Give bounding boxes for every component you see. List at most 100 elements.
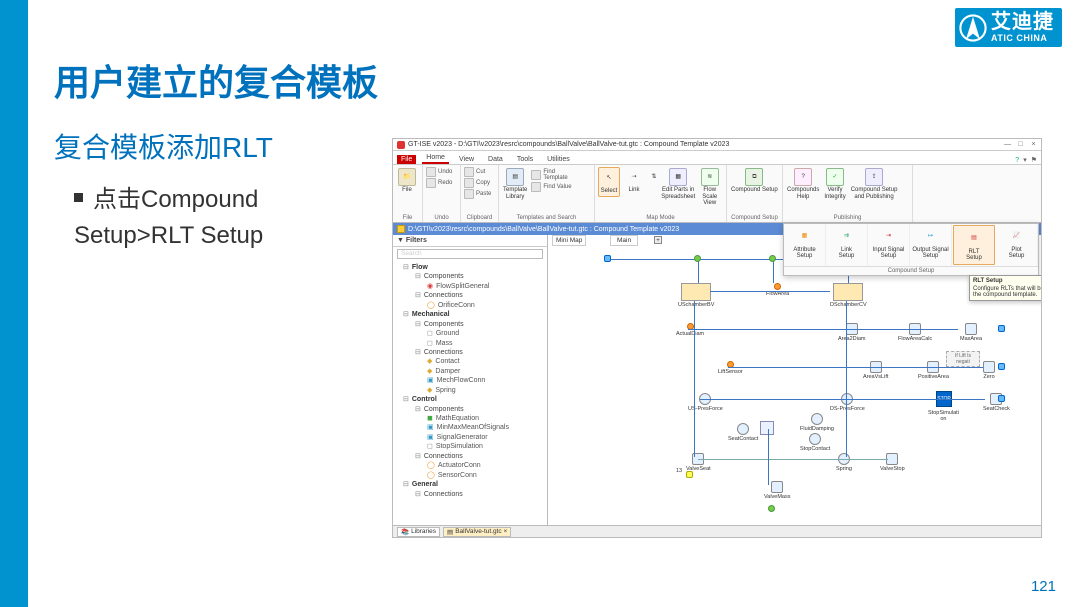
compound-setup-button[interactable]: ⧉ Compound Setup [730, 167, 779, 195]
block-area2diam[interactable]: Area2Diam [838, 323, 866, 342]
tab-utilities[interactable]: Utilities [543, 155, 574, 164]
label-right-port2 [998, 363, 1005, 372]
tab-view[interactable]: View [455, 155, 478, 164]
link-setup-button[interactable]: ⇉ Link Setup [826, 224, 868, 266]
block-maxarea[interactable]: MaxArea [960, 323, 982, 342]
redo-button[interactable]: Redo [426, 178, 452, 188]
paste-button[interactable]: Paste [464, 189, 491, 199]
copy-button[interactable]: Copy [464, 178, 491, 188]
tree-mathequation[interactable]: MathEquation [395, 414, 545, 423]
block-seatcontact[interactable]: SeatContact [728, 423, 758, 442]
diagram-canvas[interactable]: Mini Map Main + 1 Limit area to ups to 4… [548, 235, 1041, 525]
arrows-icon: ⇅ [649, 168, 659, 186]
compounds-help-button[interactable]: ? Compounds Help [786, 167, 820, 201]
block-flowareacalc[interactable]: FlowAreaCalc [898, 323, 932, 342]
tree-damper[interactable]: Damper [395, 367, 545, 376]
block-valveseat[interactable]: ValveSeat [686, 453, 711, 472]
dropdown-icon[interactable]: ▾ [1023, 156, 1027, 164]
block-junction[interactable] [760, 421, 774, 435]
group-label-undo: Undo [426, 214, 457, 222]
block-stopcontact[interactable]: StopContact [800, 433, 830, 452]
tree-control[interactable]: Control [395, 395, 545, 404]
plot-setup-button[interactable]: 📈 Plot Setup [996, 224, 1038, 266]
tab-tools[interactable]: Tools [513, 155, 537, 164]
tree-ctrl-components[interactable]: Components [395, 405, 545, 414]
block-spring[interactable]: Spring [836, 453, 852, 472]
find-value-button[interactable]: Find Value [531, 182, 571, 192]
app-screenshot: GT-ISE v2023 - D:\GTI\v2023\resrc\compou… [392, 138, 1042, 538]
cut-button[interactable]: Cut [464, 167, 491, 177]
tooltip-body: Configure RLTs that will be created by t… [973, 286, 1042, 298]
tree-actuatorconn[interactable]: ActuatorConn [395, 461, 545, 470]
tree-stopsimulation[interactable]: StopSimulation [395, 442, 545, 451]
tree-flow[interactable]: Flow [395, 263, 545, 272]
verify-integrity-button[interactable]: ✓ Verify Integrity [823, 167, 846, 201]
tab-home[interactable]: Home [422, 153, 449, 164]
zoom-button[interactable]: + [654, 236, 662, 244]
block-zero[interactable]: Zero [983, 361, 995, 380]
attribute-setup-button[interactable]: ▦ Attribute Setup [784, 224, 826, 266]
link-button[interactable]: ⇢ Link [623, 167, 645, 195]
block-seatcheck[interactable]: SeatCheck [983, 393, 1010, 412]
filters-header[interactable]: ▼ Filters [393, 235, 547, 247]
output-signal-setup-button[interactable]: ↦ Output Signal Setup [910, 224, 952, 266]
template-library-icon: ▤ [506, 168, 524, 186]
window-max-button[interactable]: □ [1017, 141, 1024, 148]
main-tab-label[interactable]: Main [610, 235, 638, 246]
block-positivearea[interactable]: PositiveArea [918, 361, 949, 380]
tab-document[interactable]: ▤ BallValve-tut.gtc × [443, 527, 511, 537]
block-us-chamber[interactable]: USchamberBV [678, 283, 714, 308]
tab-file[interactable]: File [397, 155, 416, 164]
template-library-button[interactable]: ▤ Template Library [502, 167, 528, 201]
tree-mass[interactable]: Mass [395, 339, 545, 348]
select-button[interactable]: ↖ Select [598, 167, 620, 197]
block-valvestop[interactable]: ValveStop [880, 453, 905, 472]
find-template-button[interactable]: Find Template [531, 169, 571, 181]
help-icon[interactable]: ? [1015, 157, 1019, 164]
tooltip-title: RLT Setup [973, 278, 1042, 284]
tree-orificeconn[interactable]: OrificeConn [395, 301, 545, 310]
block-areavslift[interactable]: AreaVsLift [863, 361, 888, 380]
block-liftsensor[interactable]: LiftSensor [718, 361, 743, 375]
undo-button[interactable]: Undo [426, 167, 452, 177]
tree-flowsplitgeneral[interactable]: FlowSplitGeneral [395, 282, 545, 291]
edit-parts-button[interactable]: ▦ Edit Parts in Spreadsheet [663, 167, 693, 201]
window-close-button[interactable]: × [1030, 141, 1037, 148]
tree-contact[interactable]: Contact [395, 357, 545, 366]
doc-title: D:\GTI\v2023\resrc\compounds\BallValve\B… [408, 226, 679, 233]
tree-sensorconn[interactable]: SensorConn [395, 471, 545, 480]
tree-mech-components[interactable]: Components [395, 320, 545, 329]
tree-flow-components[interactable]: Components [395, 272, 545, 281]
tree-minmax[interactable]: MinMaxMeanOfSignals [395, 423, 545, 432]
block-actual-diam[interactable]: ActualDiam [676, 323, 704, 337]
rlt-setup-button[interactable]: ▤ RLT Setup [953, 225, 995, 265]
file-button[interactable]: 📁 File [396, 167, 418, 195]
group-label-publishing: Publishing [786, 214, 909, 222]
tree-ground[interactable]: Ground [395, 329, 545, 338]
window-min-button[interactable]: — [1004, 141, 1011, 148]
block-fluiddamping[interactable]: FluidDamping [800, 413, 834, 432]
block-ds-presforce[interactable]: DS-PresForce [830, 393, 865, 412]
port-green [694, 255, 701, 262]
tree-signalgenerator[interactable]: SignalGenerator [395, 433, 545, 442]
tree-mech-connections[interactable]: Connections [395, 348, 545, 357]
mini-map-toggle[interactable]: Mini Map [552, 235, 586, 246]
block-ds-chamber[interactable]: DSchamberCV [830, 283, 867, 308]
tree-general[interactable]: General [395, 480, 545, 489]
flow-scale-button[interactable]: ≋ Flow Scale View [696, 167, 723, 208]
tab-data[interactable]: Data [484, 155, 507, 164]
tree-ctrl-connections[interactable]: Connections [395, 452, 545, 461]
tree-gen-connections[interactable]: Connections [395, 490, 545, 499]
block-flow-area[interactable]: FlowArea [766, 283, 789, 297]
tree-flow-connections[interactable]: Connections [395, 291, 545, 300]
sidebar-panel: ▼ Filters Search Flow Components FlowSpl… [393, 235, 548, 525]
compound-publishing-button[interactable]: ⇪ Compound Setup and Publishing [850, 167, 899, 201]
search-input[interactable]: Search [397, 249, 543, 259]
tree-spring[interactable]: Spring [395, 386, 545, 395]
flag-icon[interactable]: ⚑ [1031, 156, 1037, 164]
input-signal-setup-button[interactable]: ⇥ Input Signal Setup [868, 224, 910, 266]
tree-mechanical[interactable]: Mechanical [395, 310, 545, 319]
tree-mechflowconn[interactable]: MechFlowConn [395, 376, 545, 385]
arrow-icons[interactable]: ⇅ [648, 167, 660, 187]
tab-libraries[interactable]: 📚 Libraries [397, 527, 440, 537]
